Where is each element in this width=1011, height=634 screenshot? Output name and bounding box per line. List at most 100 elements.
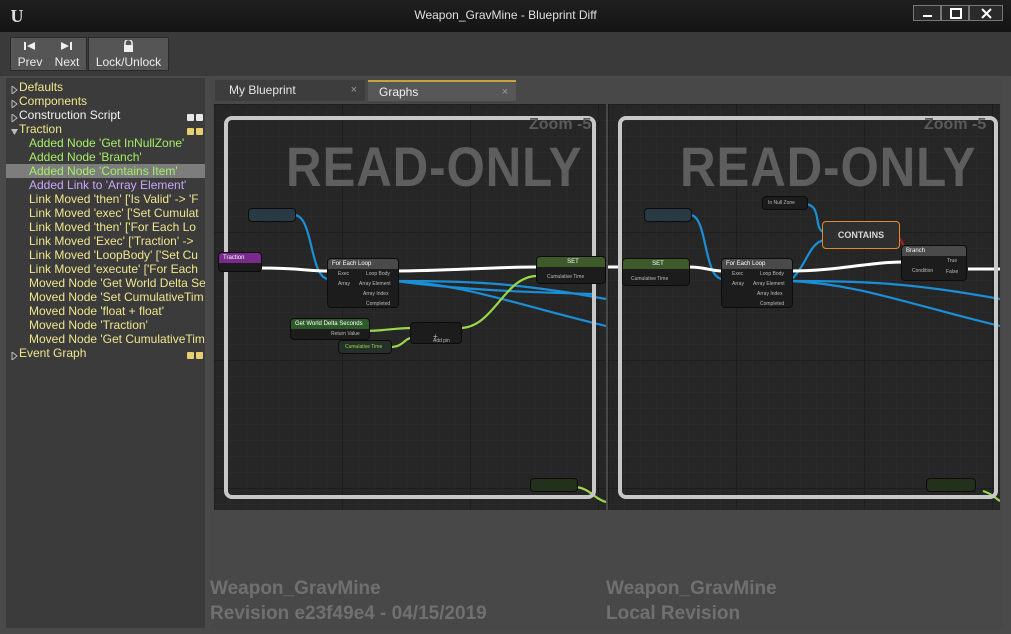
right-asset-name: Weapon_GravMine: [606, 578, 777, 599]
tree-category[interactable]: Event Graph: [6, 346, 205, 360]
tree-item-label: Added Link to 'Array Element': [29, 178, 187, 192]
tree-item-label: Traction: [19, 122, 62, 136]
pin-label: Array: [732, 281, 744, 287]
get-cumulative-time-node[interactable]: Cumulative Time: [338, 340, 392, 354]
diff-badge-icon: [187, 125, 203, 135]
right-revision: Local Revision: [606, 603, 741, 624]
branch-node[interactable]: Branch Condition True False: [901, 245, 967, 281]
diff-item[interactable]: Moved Node 'Get World Delta Sec: [6, 276, 205, 290]
caret-right-icon[interactable]: [11, 349, 19, 360]
caret-down-icon[interactable]: [11, 125, 19, 136]
tree-item-label: Link Moved 'exec' ['Set Cumulat: [29, 206, 199, 220]
lock-unlock-button[interactable]: Lock/Unlock: [90, 38, 167, 70]
left-revision: Revision e23f49e4 - 04/15/2019: [210, 603, 487, 624]
pin-label: Exec: [732, 271, 744, 277]
tab-graphs-label: Graphs: [379, 85, 419, 99]
for-each-loop-node[interactable]: For Each Loop Exec Array Loop Body Array…: [327, 258, 399, 308]
zoom-level: Zoom -5: [924, 116, 987, 133]
partial-node[interactable]: [530, 478, 578, 492]
in-null-zone-node[interactable]: In Null Zone: [762, 196, 808, 210]
close-icon[interactable]: [969, 5, 1003, 21]
diff-item[interactable]: Link Moved 'execute' ['For Each: [6, 262, 205, 276]
diff-item[interactable]: Added Node 'Contains Item': [6, 164, 205, 178]
node-title: Traction: [219, 253, 261, 263]
set-cumulative-node[interactable]: SET Cumulative Time: [622, 258, 690, 286]
maximize-icon[interactable]: [941, 5, 969, 21]
tree-category[interactable]: Defaults: [6, 80, 205, 94]
tab-close-icon[interactable]: ×: [351, 80, 357, 101]
pin-label: Array: [338, 281, 350, 287]
pin-label: Array Index: [757, 291, 783, 297]
tree-item-label: Link Moved 'Exec' ['Traction' ->: [29, 234, 194, 248]
zoom-level: Zoom -5: [529, 116, 592, 133]
read-only-watermark: READ-ONLY: [286, 135, 583, 198]
pin-label: Loop Body: [760, 271, 784, 277]
tab-my-blueprint-label: My Blueprint: [229, 83, 296, 97]
node-title: SET: [537, 257, 605, 267]
float-plus-float-node[interactable]: + Add pin: [410, 322, 462, 344]
get-var-node[interactable]: [248, 208, 296, 222]
node-title: SET: [623, 259, 689, 269]
diff-item[interactable]: Added Node 'Branch': [6, 150, 205, 164]
pin-label: Cumulative Time: [631, 276, 669, 282]
get-var-node[interactable]: [644, 208, 692, 222]
tab-close-icon[interactable]: ×: [502, 82, 508, 103]
tree-item-label: Link Moved 'LoopBody' ['Set Cu: [29, 248, 198, 262]
tab-my-blueprint[interactable]: My Blueprint ×: [215, 80, 365, 101]
pin-label: Add pin: [433, 338, 450, 344]
diff-badge-icon: [187, 111, 203, 121]
pin-label: Array Index: [363, 291, 389, 297]
lock-icon: [90, 38, 167, 52]
traction-event-node[interactable]: Traction: [218, 252, 262, 272]
pin-label: Exec: [338, 271, 350, 277]
window-title: Weapon_GravMine - Blueprint Diff: [414, 8, 597, 22]
diff-item[interactable]: Added Link to 'Array Element': [6, 178, 205, 192]
next-label: Next: [54, 55, 80, 69]
diff-item[interactable]: Link Moved 'Exec' ['Traction' ->: [6, 234, 205, 248]
for-each-loop-node[interactable]: For Each Loop Exec Array Loop Body Array…: [721, 258, 793, 308]
prev-label: Prev: [17, 55, 43, 69]
pin-label: Array Element: [753, 281, 785, 287]
pin-label: Loop Body: [366, 271, 390, 277]
tree-category[interactable]: Components: [6, 94, 205, 108]
pin-label: True: [947, 258, 958, 264]
diff-item[interactable]: Moved Node 'Set CumulativeTim: [6, 290, 205, 304]
tree-item-label: Moved Node 'Get World Delta Sec: [29, 276, 205, 290]
contains-item-node[interactable]: CONTAINS: [822, 221, 900, 249]
tab-graphs[interactable]: Graphs ×: [368, 80, 516, 101]
diff-item[interactable]: Link Moved 'LoopBody' ['Set Cu: [6, 248, 205, 262]
pin-label: False: [946, 269, 959, 275]
tree-category[interactable]: Traction: [6, 122, 205, 136]
diff-item[interactable]: Moved Node 'Traction': [6, 318, 205, 332]
pin-label: Completed: [760, 301, 785, 307]
tree-category[interactable]: Construction Script: [6, 108, 205, 122]
diff-item[interactable]: Moved Node 'float + float': [6, 304, 205, 318]
diff-item[interactable]: Added Node 'Get InNullZone': [6, 136, 205, 150]
tree-item-label: Added Node 'Get InNullZone': [29, 136, 185, 150]
next-button[interactable]: Next: [49, 38, 85, 70]
tree-item-label: Link Moved 'then' ['For Each Lo: [29, 220, 196, 234]
partial-node[interactable]: [926, 478, 976, 492]
graph-left[interactable]: Zoom -5 READ-ONLY Traction For Each Loop…: [214, 104, 606, 510]
get-world-delta-seconds-node[interactable]: Get World Delta Seconds Return Value: [290, 318, 370, 340]
tree-item-label: Moved Node 'Get CumulativeTim: [29, 332, 205, 346]
diff-item[interactable]: Link Moved 'then' ['For Each Lo: [6, 220, 205, 234]
set-cumulative-node[interactable]: SET Cumulative Time: [536, 256, 606, 284]
diff-item[interactable]: Moved Node 'Get CumulativeTim: [6, 332, 205, 346]
tree-item-label: Event Graph: [19, 346, 87, 360]
graph-right[interactable]: Zoom -5 READ-ONLY In Null Zone CONTAINS …: [608, 104, 1000, 510]
diff-badge-icon: [187, 349, 203, 359]
blueprint-diff-window: U Weapon_GravMine - Blueprint Diff Prev …: [0, 0, 1011, 634]
title-bar[interactable]: U Weapon_GravMine - Blueprint Diff: [0, 0, 1011, 32]
diff-tree: Defaults Components Construction Script Tra…: [6, 78, 205, 628]
tree-item-label: Construction Script: [19, 108, 121, 122]
caret-right-icon[interactable]: [11, 83, 19, 94]
caret-right-icon[interactable]: [11, 111, 19, 122]
left-asset-name: Weapon_GravMine: [210, 578, 381, 599]
diff-item[interactable]: Link Moved 'exec' ['Set Cumulat: [6, 206, 205, 220]
caret-right-icon[interactable]: [11, 97, 19, 108]
diff-item[interactable]: Link Moved 'then' ['Is Valid' -> 'F: [6, 192, 205, 206]
read-only-watermark: READ-ONLY: [680, 135, 977, 198]
minimize-icon[interactable]: [913, 5, 941, 21]
prev-button[interactable]: Prev: [12, 38, 48, 70]
